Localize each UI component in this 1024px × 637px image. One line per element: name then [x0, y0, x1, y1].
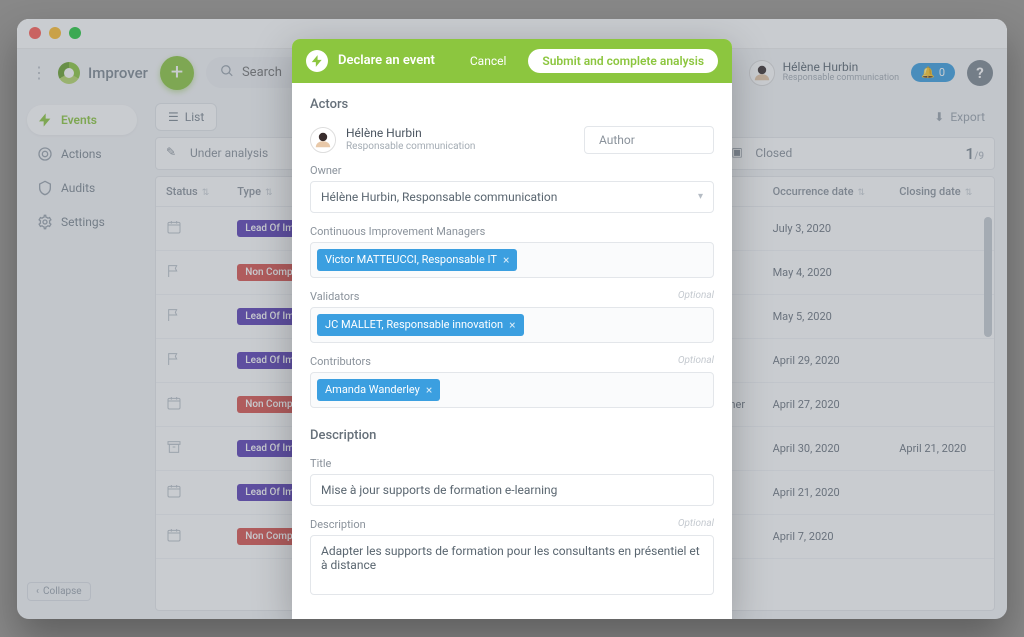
description-heading: Description: [310, 428, 714, 443]
modal-body: Actors Hélène Hurbin Responsable communi…: [292, 83, 732, 619]
title-label: Title: [310, 457, 714, 470]
validators-label: Validators: [310, 290, 359, 303]
actors-heading: Actors: [310, 97, 714, 112]
description-field: Description Optional: [310, 518, 714, 599]
chip[interactable]: Victor MATTEUCCI, Responsable IT ×: [317, 249, 517, 271]
cim-chips[interactable]: Victor MATTEUCCI, Responsable IT ×: [310, 242, 714, 278]
author-label: Author: [584, 126, 714, 154]
owner-value: Hélène Hurbin, Responsable communication: [321, 190, 557, 204]
optional-label: Optional: [678, 518, 714, 531]
owner-label: Owner: [310, 164, 714, 177]
chip-label: Amanda Wanderley: [325, 383, 420, 396]
chip-label: Victor MATTEUCCI, Responsable IT: [325, 253, 497, 266]
title-field: Title: [310, 457, 714, 506]
submit-button[interactable]: Submit and complete analysis: [528, 49, 718, 73]
remove-chip-icon[interactable]: ×: [426, 383, 432, 397]
author-role: Responsable communication: [346, 141, 475, 152]
description-label: Description: [310, 518, 366, 531]
optional-label: Optional: [678, 355, 714, 368]
remove-chip-icon[interactable]: ×: [509, 318, 515, 332]
title-input[interactable]: [310, 474, 714, 506]
remove-chip-icon[interactable]: ×: [503, 253, 509, 267]
contributors-label: Contributors: [310, 355, 371, 368]
cim-field: Continuous Improvement Managers Victor M…: [310, 225, 714, 278]
modal-title: Declare an event: [338, 53, 435, 68]
avatar: [310, 127, 336, 153]
validators-field: Validators Optional JC MALLET, Responsab…: [310, 290, 714, 343]
owner-field: Owner Hélène Hurbin, Responsable communi…: [310, 164, 714, 213]
author-row: Hélène Hurbin Responsable communication …: [310, 126, 714, 154]
author-name: Hélène Hurbin: [346, 127, 475, 140]
declare-event-modal: Declare an event Cancel Submit and compl…: [292, 39, 732, 619]
chip[interactable]: Amanda Wanderley ×: [317, 379, 440, 401]
owner-select[interactable]: Hélène Hurbin, Responsable communication…: [310, 181, 714, 213]
cim-label: Continuous Improvement Managers: [310, 225, 714, 238]
cancel-button[interactable]: Cancel: [470, 54, 507, 68]
description-textarea[interactable]: [310, 535, 714, 595]
app-window: ⋮ Improver + Hélène Hurbin Responsable c…: [17, 19, 1007, 619]
optional-label: Optional: [678, 290, 714, 303]
bolt-icon: [306, 50, 328, 72]
modal-header: Declare an event Cancel Submit and compl…: [292, 39, 732, 83]
contributors-chips[interactable]: Amanda Wanderley ×: [310, 372, 714, 408]
chip[interactable]: JC MALLET, Responsable innovation ×: [317, 314, 524, 336]
chevron-down-icon: ▾: [698, 191, 703, 202]
contributors-field: Contributors Optional Amanda Wanderley ×: [310, 355, 714, 408]
modal-overlay: Declare an event Cancel Submit and compl…: [17, 19, 1007, 619]
validators-chips[interactable]: JC MALLET, Responsable innovation ×: [310, 307, 714, 343]
chip-label: JC MALLET, Responsable innovation: [325, 318, 503, 331]
